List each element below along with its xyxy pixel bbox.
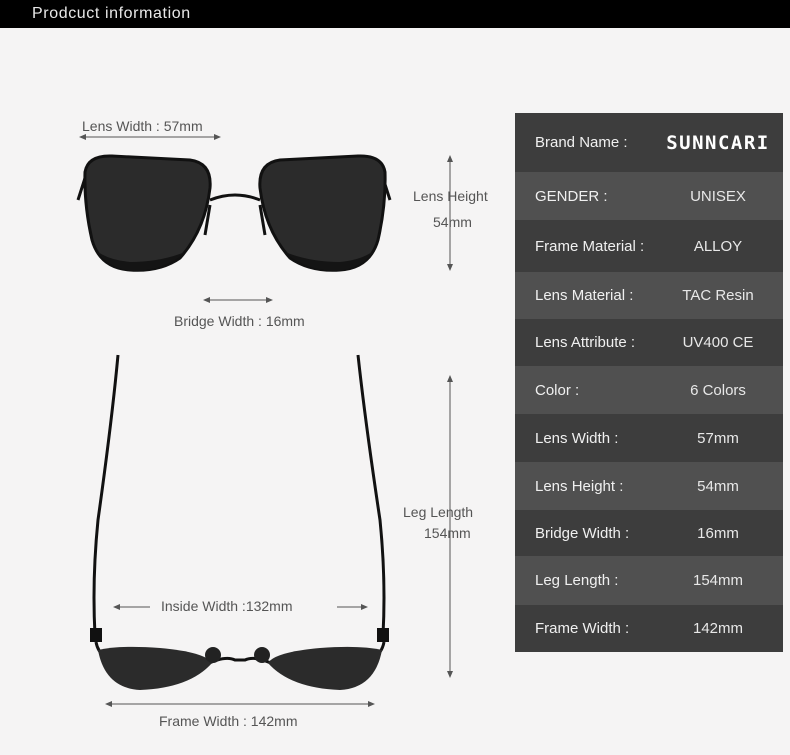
lens-height-value: 54mm	[433, 214, 472, 230]
spec-row-color: Color : 6 Colors	[515, 366, 783, 414]
spec-row-lens-width: Lens Width : 57mm	[515, 414, 783, 462]
front-view-glasses	[76, 154, 392, 272]
spec-row-brand-name: Brand Name : SUNNCARI	[515, 113, 783, 172]
spec-row-lens-height: Lens Height : 54mm	[515, 462, 783, 510]
spec-value: 154mm	[692, 572, 744, 589]
spec-row-frame-material: Frame Material : ALLOY	[515, 220, 783, 272]
sunglasses-illustration: Lens Width : 57mm Lens Height 54mm Bridg…	[0, 0, 510, 755]
spec-key: Brand Name :	[535, 134, 628, 151]
spec-key: Leg Length :	[535, 572, 619, 589]
spec-key: Lens Width :	[535, 429, 619, 447]
spec-value: 16mm	[697, 524, 739, 542]
spec-key: Lens Material :	[535, 287, 634, 304]
spec-value: 54mm	[697, 477, 739, 495]
spec-value: 6 Colors	[690, 381, 746, 399]
spec-value: ALLOY	[693, 237, 743, 255]
spec-key: Lens Attribute :	[535, 334, 636, 351]
leg-length-label: Leg Length	[403, 504, 474, 520]
spec-key: Color :	[535, 381, 580, 399]
lens-height-label: Lens Height	[413, 188, 488, 204]
spec-value: TAC Resin	[682, 287, 754, 304]
top-view-glasses	[90, 354, 389, 690]
spec-row-lens-attribute: Lens Attribute : UV400 CE	[515, 319, 783, 366]
spec-key: Frame Width :	[535, 620, 630, 637]
frame-width-label: Frame Width : 142mm	[159, 713, 298, 729]
spec-row-frame-width: Frame Width : 142mm	[515, 605, 783, 652]
lens-width-label: Lens Width : 57mm	[82, 118, 203, 134]
bridge-width-label: Bridge Width : 16mm	[174, 313, 305, 329]
spec-key: Lens Height :	[535, 477, 624, 495]
spec-value: UNISEX	[690, 187, 746, 205]
spec-value: UV400 CE	[682, 334, 754, 351]
inside-width-label: Inside Width :132mm	[161, 598, 293, 614]
spec-table: Brand Name : SUNNCARI GENDER : UNISEX Fr…	[515, 113, 783, 652]
leg-length-value: 154mm	[424, 525, 471, 541]
brand-logo-text: SUNNCARI	[666, 131, 770, 154]
spec-row-lens-material: Lens Material : TAC Resin	[515, 272, 783, 319]
spec-row-leg-length: Leg Length : 154mm	[515, 556, 783, 605]
spec-value: 57mm	[697, 429, 739, 447]
spec-row-gender: GENDER : UNISEX	[515, 172, 783, 220]
spec-key: Bridge Width :	[535, 524, 630, 542]
spec-value: 142mm	[692, 620, 744, 637]
spec-row-bridge-width: Bridge Width : 16mm	[515, 510, 783, 556]
spec-key: Frame Material :	[535, 237, 645, 255]
sunglasses-drawing	[76, 134, 453, 707]
spec-key: GENDER :	[535, 187, 608, 205]
